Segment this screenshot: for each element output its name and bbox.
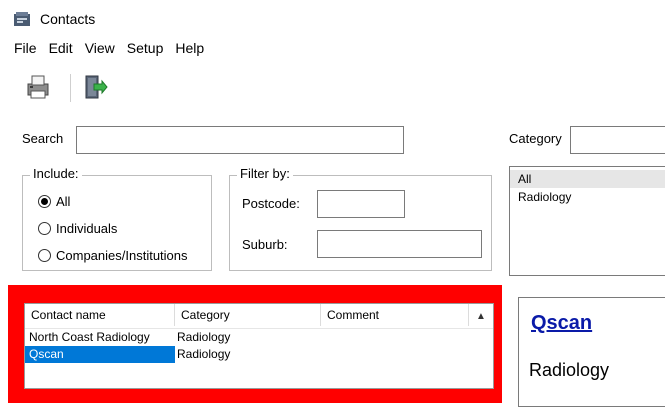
search-label: Search <box>22 131 64 146</box>
cell-category: Radiology <box>177 330 231 344</box>
menu-file[interactable]: File <box>8 40 43 56</box>
cell-category: Radiology <box>177 347 231 361</box>
print-button[interactable] <box>22 72 54 104</box>
contacts-app-icon <box>14 12 30 26</box>
search-input[interactable] <box>76 126 404 154</box>
radio-all[interactable] <box>38 195 51 208</box>
postcode-label: Postcode: <box>242 196 300 211</box>
radio-individuals[interactable] <box>38 222 51 235</box>
include-all-label: All <box>56 194 71 209</box>
exit-button[interactable] <box>78 72 110 104</box>
include-companies-option[interactable]: Companies/Institutions <box>38 248 188 263</box>
category-list[interactable]: All Radiology <box>509 166 665 276</box>
include-all-option[interactable]: All <box>38 194 70 209</box>
contacts-table[interactable]: Contact name Category Comment ▲ North Co… <box>24 303 494 389</box>
cell-comment <box>321 346 469 363</box>
filter-group-title: Filter by: <box>237 166 293 181</box>
category-item-all[interactable]: All <box>510 170 665 188</box>
toolbar-separator <box>70 74 71 102</box>
menu-bar: File Edit View Setup Help <box>8 40 210 56</box>
include-individuals-label: Individuals <box>56 221 118 236</box>
menu-help[interactable]: Help <box>169 40 210 56</box>
detail-contact-name[interactable]: Qscan <box>531 312 592 335</box>
postcode-input[interactable] <box>317 190 405 218</box>
menu-edit[interactable]: Edit <box>43 40 79 56</box>
category-label: Category <box>509 131 562 146</box>
exit-door-icon <box>80 73 108 104</box>
table-header: Contact name Category Comment ▲ <box>25 304 493 329</box>
category-input[interactable] <box>570 126 665 154</box>
include-individuals-option[interactable]: Individuals <box>38 221 117 236</box>
column-comment[interactable]: Comment <box>321 304 469 326</box>
table-row-selected[interactable]: Qscan Radiology <box>25 346 493 363</box>
cell-contact-name: North Coast Radiology <box>29 330 150 344</box>
detail-category: Radiology <box>529 360 610 380</box>
include-group-title: Include: <box>30 166 82 181</box>
radio-companies[interactable] <box>38 249 51 262</box>
cell-contact-name: Qscan <box>25 346 175 363</box>
column-category[interactable]: Category <box>175 304 321 326</box>
cell-comment <box>321 329 469 346</box>
column-contact-name[interactable]: Contact name <box>25 304 175 326</box>
suburb-input[interactable] <box>317 230 482 258</box>
menu-setup[interactable]: Setup <box>121 40 170 56</box>
window-title: Contacts <box>40 11 96 27</box>
contact-detail-panel: Qscan Radiology <box>518 297 665 407</box>
include-companies-label: Companies/Institutions <box>56 248 188 263</box>
menu-view[interactable]: View <box>79 40 121 56</box>
suburb-label: Suburb: <box>242 237 288 252</box>
category-item-radiology[interactable]: Radiology <box>510 188 665 206</box>
scroll-up-icon[interactable]: ▲ <box>469 304 493 328</box>
print-icon <box>24 73 52 104</box>
table-row[interactable]: North Coast Radiology Radiology <box>25 329 493 346</box>
